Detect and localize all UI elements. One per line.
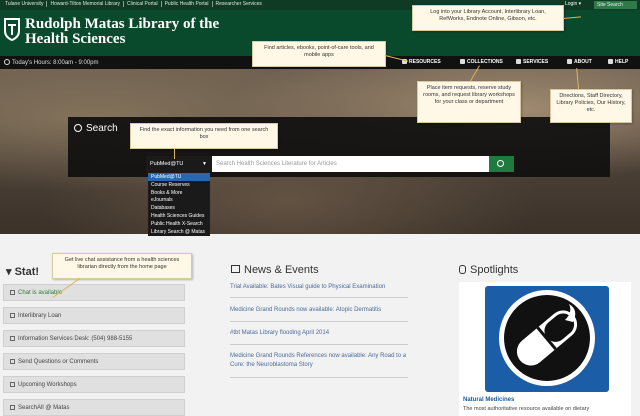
clock-icon — [4, 59, 10, 65]
stat-workshops-label: Upcoming Workshops — [18, 382, 77, 388]
stat-heading-label: Stat! — [14, 266, 40, 278]
news-link[interactable]: Medicine Grand Rounds now available: Ato… — [230, 306, 410, 315]
nav-help[interactable]: HELP — [608, 59, 628, 65]
help-icon — [608, 59, 613, 64]
news-heading: News & Events — [231, 264, 319, 276]
spotlight-title[interactable]: Natural Medicines — [463, 397, 514, 403]
news-link[interactable]: Trial Available: Bates Visual guide to P… — [230, 283, 410, 292]
news-divider — [230, 344, 408, 345]
phone-icon — [10, 336, 15, 341]
spotlight-heading: Spotlights — [459, 264, 518, 276]
utility-link-public-health[interactable]: Public Health Portal — [161, 1, 213, 7]
callout-search: Find the exact information you need from… — [130, 123, 278, 149]
site-search-input[interactable]: Site Search — [594, 1, 637, 9]
collections-icon — [460, 59, 465, 64]
hours-label: Today's Hours: 8:00am - 9:00pm — [12, 60, 99, 66]
search-submit-button[interactable] — [489, 156, 514, 172]
news-divider — [230, 377, 408, 378]
db-option-pubmed[interactable]: PubMed@TU — [148, 173, 210, 181]
db-option-library-search[interactable]: Library Search @ Matas — [148, 228, 210, 236]
database-select[interactable]: PubMed@TU ▼ — [146, 156, 212, 172]
news-divider — [230, 297, 408, 298]
db-option-course-reserves[interactable]: Course Reserves — [148, 181, 210, 189]
spotlight-heading-label: Spotlights — [470, 264, 519, 276]
nav-about-label: ABOUT — [574, 59, 592, 65]
callout-login: Log into your Library Account, Interlibr… — [412, 5, 564, 31]
nav-services-label: SERVICES — [523, 59, 549, 65]
database-select-value: PubMed@TU — [150, 161, 184, 167]
lightbulb-icon — [459, 265, 466, 274]
stat-heading: ▾ Stat! — [6, 266, 40, 278]
nav-collections[interactable]: COLLECTIONS — [460, 59, 503, 65]
stat-send-questions[interactable]: Send Questions or Comments — [3, 353, 185, 370]
tulane-shield-logo[interactable] — [3, 16, 21, 42]
db-option-books[interactable]: Books & More — [148, 189, 210, 197]
callout-chat: Get live chat assistance from a health s… — [52, 253, 192, 279]
utility-link-researcher[interactable]: Researcher Services — [213, 1, 265, 7]
nav-services[interactable]: SERVICES — [516, 59, 548, 65]
callout-about: Directions, Staff Directory, Library Pol… — [550, 89, 632, 123]
calendar-icon — [10, 382, 15, 387]
news-divider — [230, 321, 408, 322]
stat-chat[interactable]: Chat is available — [3, 284, 185, 301]
newspaper-icon — [231, 265, 240, 273]
database-dropdown-menu: PubMed@TU Course Reserves Books & More e… — [148, 172, 210, 237]
todays-hours[interactable]: Today's Hours: 8:00am - 9:00pm — [4, 59, 99, 66]
spotlight-card[interactable]: Natural Medicines The most authoritative… — [459, 282, 631, 416]
news-heading-label: News & Events — [244, 264, 319, 276]
spotlight-description: The most authoritative resource availabl… — [463, 406, 590, 412]
services-icon — [516, 59, 521, 64]
search-heading: Search — [74, 123, 118, 134]
nav-resources-label: RESOURCES — [409, 59, 441, 65]
callout-search-leader — [174, 149, 175, 159]
db-option-ejournals[interactable]: eJournals — [148, 196, 210, 204]
utility-link-clinical[interactable]: Clinical Portal — [124, 1, 162, 7]
stat-info-desk[interactable]: Information Services Desk: (504) 988-515… — [3, 330, 185, 347]
loan-icon — [10, 313, 15, 318]
db-option-public-health[interactable]: Public Health X-Search — [148, 220, 210, 228]
stat-workshops[interactable]: Upcoming Workshops — [3, 376, 185, 393]
nav-about[interactable]: ABOUT — [567, 59, 592, 65]
utility-links: Tulane University Howard-Tilton Memorial … — [2, 1, 265, 7]
login-menu[interactable]: Login ▾ — [565, 1, 581, 7]
stat-ill-label: Interlibrary Loan — [18, 313, 62, 319]
search-heading-label: Search — [86, 123, 118, 134]
callout-resources: Find articles, ebooks, point-of-care too… — [252, 41, 386, 67]
chat-icon — [10, 290, 15, 295]
callout-services: Place item requests, reserve study rooms… — [417, 81, 521, 123]
news-link[interactable]: #tbt Matas Library flooding April 2014 — [230, 329, 410, 338]
stat-interlibrary-loan[interactable]: Interlibrary Loan — [3, 307, 185, 324]
db-option-guides[interactable]: Health Sciences Guides — [148, 212, 210, 220]
nav-help-label: HELP — [615, 59, 629, 65]
search-submit-icon — [497, 160, 504, 167]
stat-questions-label: Send Questions or Comments — [18, 359, 99, 365]
utility-link-tulane[interactable]: Tulane University — [2, 1, 48, 7]
comment-icon — [10, 359, 15, 364]
chevron-down-icon: ▼ — [202, 161, 207, 167]
site-title[interactable]: Rudolph Matas Library of the Health Scie… — [25, 17, 225, 47]
utility-link-html[interactable]: Howard-Tilton Memorial Library — [47, 1, 125, 7]
about-icon — [567, 59, 572, 64]
nav-collections-label: COLLECTIONS — [467, 59, 503, 65]
search-icon — [74, 124, 82, 132]
stat-searchall-label: SearchAll @ Matas — [18, 405, 70, 411]
stat-desk-label: Information Services Desk: (504) 988-515… — [18, 336, 133, 342]
natural-medicines-logo — [465, 282, 629, 396]
news-link[interactable]: Medicine Grand Rounds References now ava… — [230, 352, 410, 370]
search-input[interactable]: Search Health Sciences Literature for Ar… — [212, 156, 489, 172]
stat-searchall[interactable]: SearchAll @ Matas — [3, 399, 185, 416]
db-option-databases[interactable]: Databases — [148, 204, 210, 212]
searchall-icon — [10, 405, 15, 410]
